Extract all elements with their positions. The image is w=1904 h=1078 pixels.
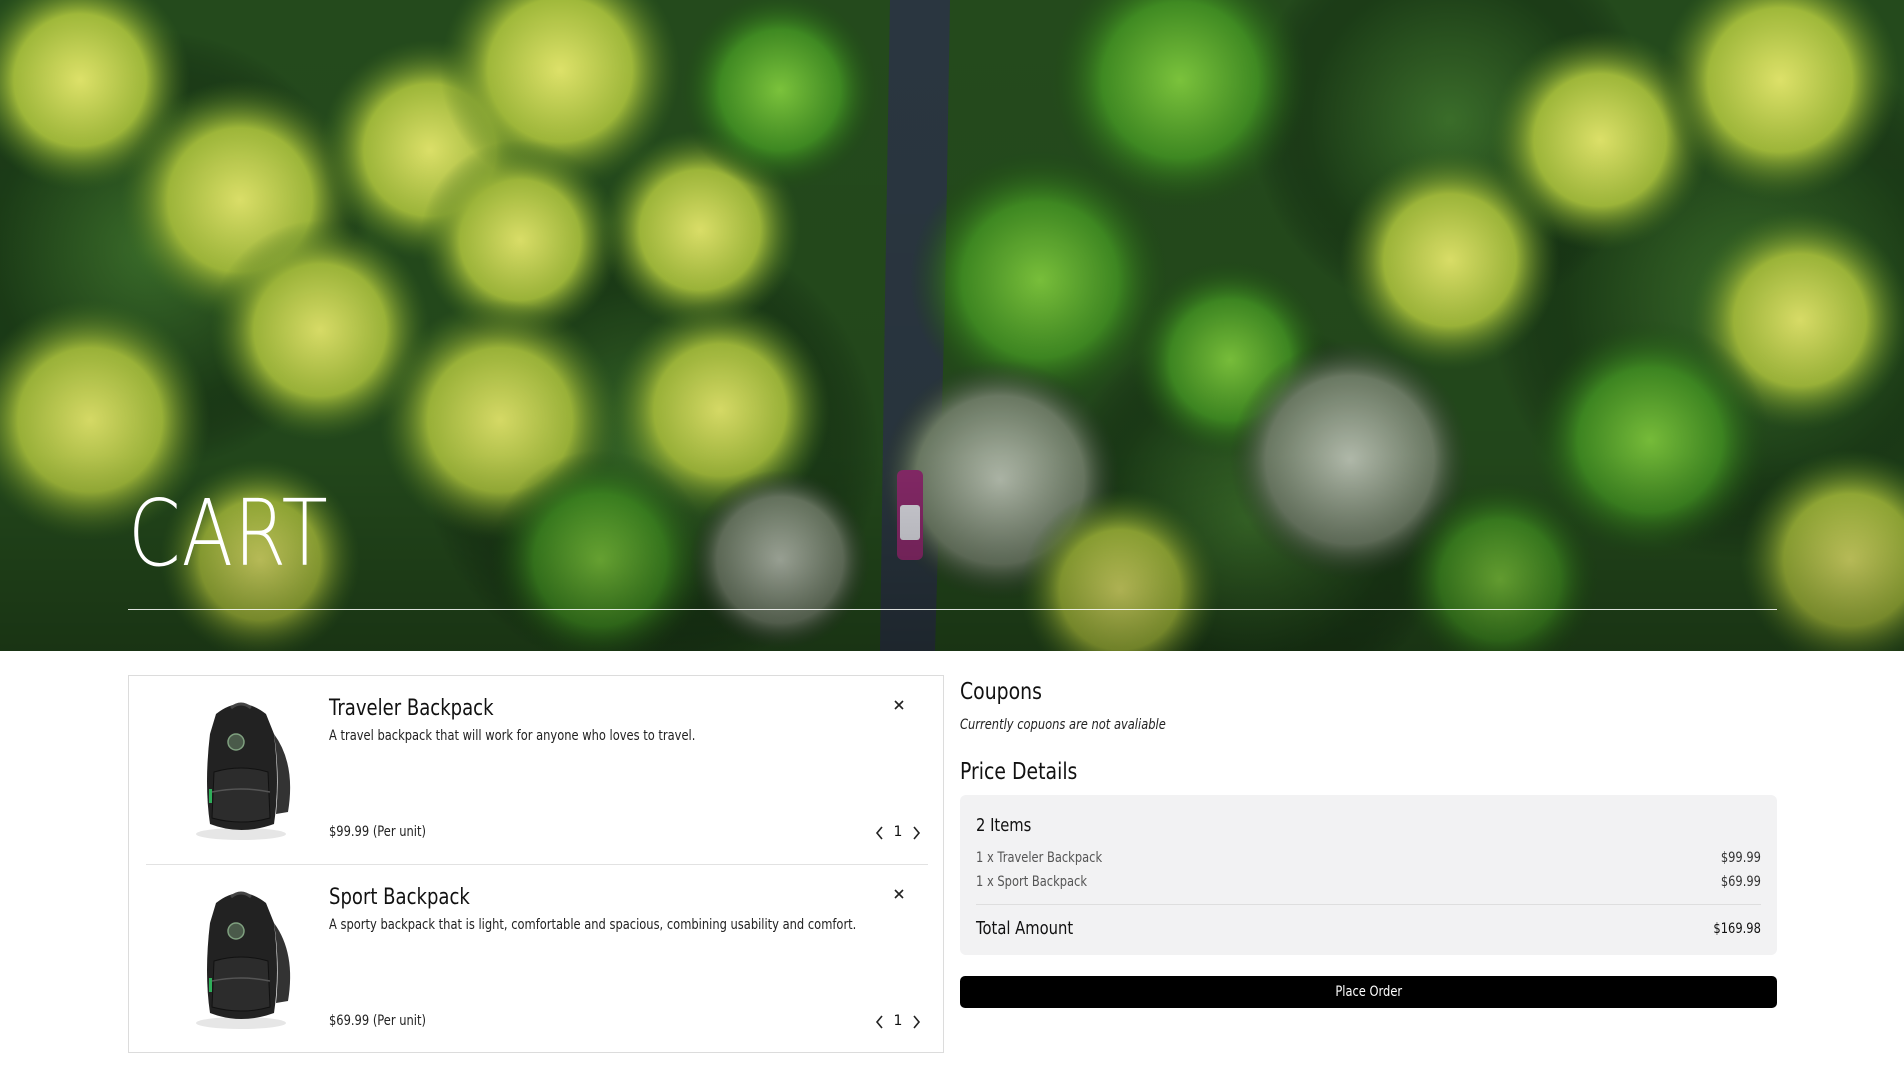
price-line: 1 x Traveler Backpack $99.99 (976, 850, 1761, 868)
price-line-amount: $69.99 (1720, 874, 1761, 890)
page-title: CART (128, 480, 329, 587)
price-line-amount: $99.99 (1720, 850, 1761, 866)
increase-quantity-button[interactable] (907, 822, 925, 844)
chevron-right-icon (913, 826, 921, 840)
quantity-value: 1 (893, 1013, 903, 1029)
backpack-image (196, 702, 291, 840)
item-description: A travel backpack that will work for any… (329, 728, 696, 744)
remove-item-button[interactable] (890, 696, 908, 714)
total-amount: $169.98 (1713, 921, 1761, 937)
item-name[interactable]: Sport Backpack (329, 885, 470, 910)
price-divider (976, 904, 1761, 905)
title-divider (128, 609, 1777, 610)
coupons-note: Currently copuons are not avaliable (960, 717, 1166, 733)
quantity-value: 1 (893, 824, 903, 840)
price-details-heading: Price Details (960, 759, 1078, 785)
decrease-quantity-button[interactable] (871, 822, 889, 844)
item-price: $69.99 (Per unit) (329, 1013, 426, 1029)
price-line-label: 1 x Sport Backpack (976, 874, 1088, 890)
item-price: $99.99 (Per unit) (329, 824, 426, 840)
cart-item-list: Traveler Backpack A travel backpack that… (128, 675, 944, 1053)
remove-item-button[interactable] (890, 885, 908, 903)
cart-item: Traveler Backpack A travel backpack that… (146, 676, 928, 865)
place-order-label: Place Order (1335, 984, 1402, 1000)
increase-quantity-button[interactable] (907, 1011, 925, 1033)
quantity-stepper: 1 (871, 822, 941, 844)
close-icon (894, 700, 904, 710)
items-count: 2 Items (976, 815, 1032, 836)
decrease-quantity-button[interactable] (871, 1011, 889, 1033)
chevron-left-icon (875, 826, 883, 840)
place-order-button[interactable]: Place Order (960, 976, 1777, 1008)
price-line: 1 x Sport Backpack $69.99 (976, 874, 1761, 892)
close-icon (894, 889, 904, 899)
total-label: Total Amount (976, 918, 1074, 939)
backpack-image (196, 891, 291, 1029)
chevron-right-icon (913, 1015, 921, 1029)
cart-item: Sport Backpack A sporty backpack that is… (146, 865, 928, 1053)
item-name[interactable]: Traveler Backpack (329, 696, 494, 721)
coupons-heading: Coupons (960, 679, 1042, 705)
hero-banner: CART (0, 0, 1904, 651)
quantity-stepper: 1 (871, 1011, 941, 1033)
chevron-left-icon (875, 1015, 883, 1029)
price-details-panel: 2 Items 1 x Traveler Backpack $99.99 1 x… (960, 795, 1777, 955)
item-description: A sporty backpack that is light, comfort… (329, 917, 857, 933)
price-line-label: 1 x Traveler Backpack (976, 850, 1103, 866)
